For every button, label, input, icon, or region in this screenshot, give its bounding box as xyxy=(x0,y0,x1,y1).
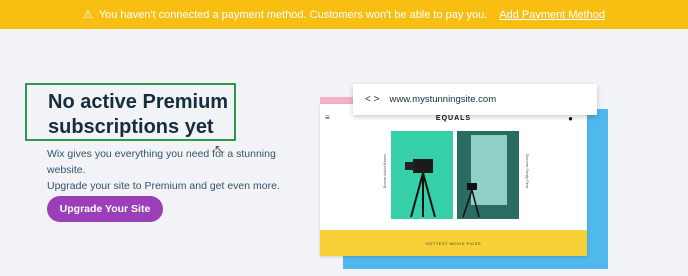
description: Wix gives you everything you need for a … xyxy=(47,146,312,194)
browser-url-bar: < > www.mystunningsite.com xyxy=(353,84,597,115)
camera-photo-studio xyxy=(457,131,519,219)
page-title: No active Premium subscriptions yet xyxy=(25,83,236,141)
upgrade-site-button[interactable]: Upgrade Your Site xyxy=(47,196,163,222)
title-line-1: No active Premium xyxy=(48,91,229,113)
site-cart-icon: ● xyxy=(568,114,573,123)
site-url: www.mystunningsite.com xyxy=(389,94,497,105)
camera-photo-teal xyxy=(391,131,453,219)
site-footer-band: HOTTEST MOVIE PICKS xyxy=(320,230,587,256)
title-line-2: subscriptions yet xyxy=(48,116,214,138)
code-brackets-icon: < > xyxy=(365,94,380,105)
banner-message: You haven't connected a payment method. … xyxy=(98,8,488,21)
description-line-2: Upgrade your site to Premium and get eve… xyxy=(47,180,280,192)
add-payment-method-link[interactable]: Add Payment Method xyxy=(499,9,605,21)
mouse-cursor-icon: ↖ xyxy=(214,142,225,156)
site-footer-text: HOTTEST MOVIE PICKS xyxy=(425,240,482,246)
left-caption: Browse Action Movies xyxy=(383,154,387,189)
warning-triangle-icon: ⚠ xyxy=(82,9,93,21)
description-line-1: Wix gives you everything you need for a … xyxy=(47,148,276,176)
right-caption: Discover Family Films xyxy=(525,154,529,189)
payment-warning-banner: ⚠ You haven't connected a payment method… xyxy=(0,0,688,29)
site-preview: ≡ EQUALS ● Browse Action Movies Discover… xyxy=(320,104,587,256)
site-logo: EQUALS xyxy=(435,115,472,122)
